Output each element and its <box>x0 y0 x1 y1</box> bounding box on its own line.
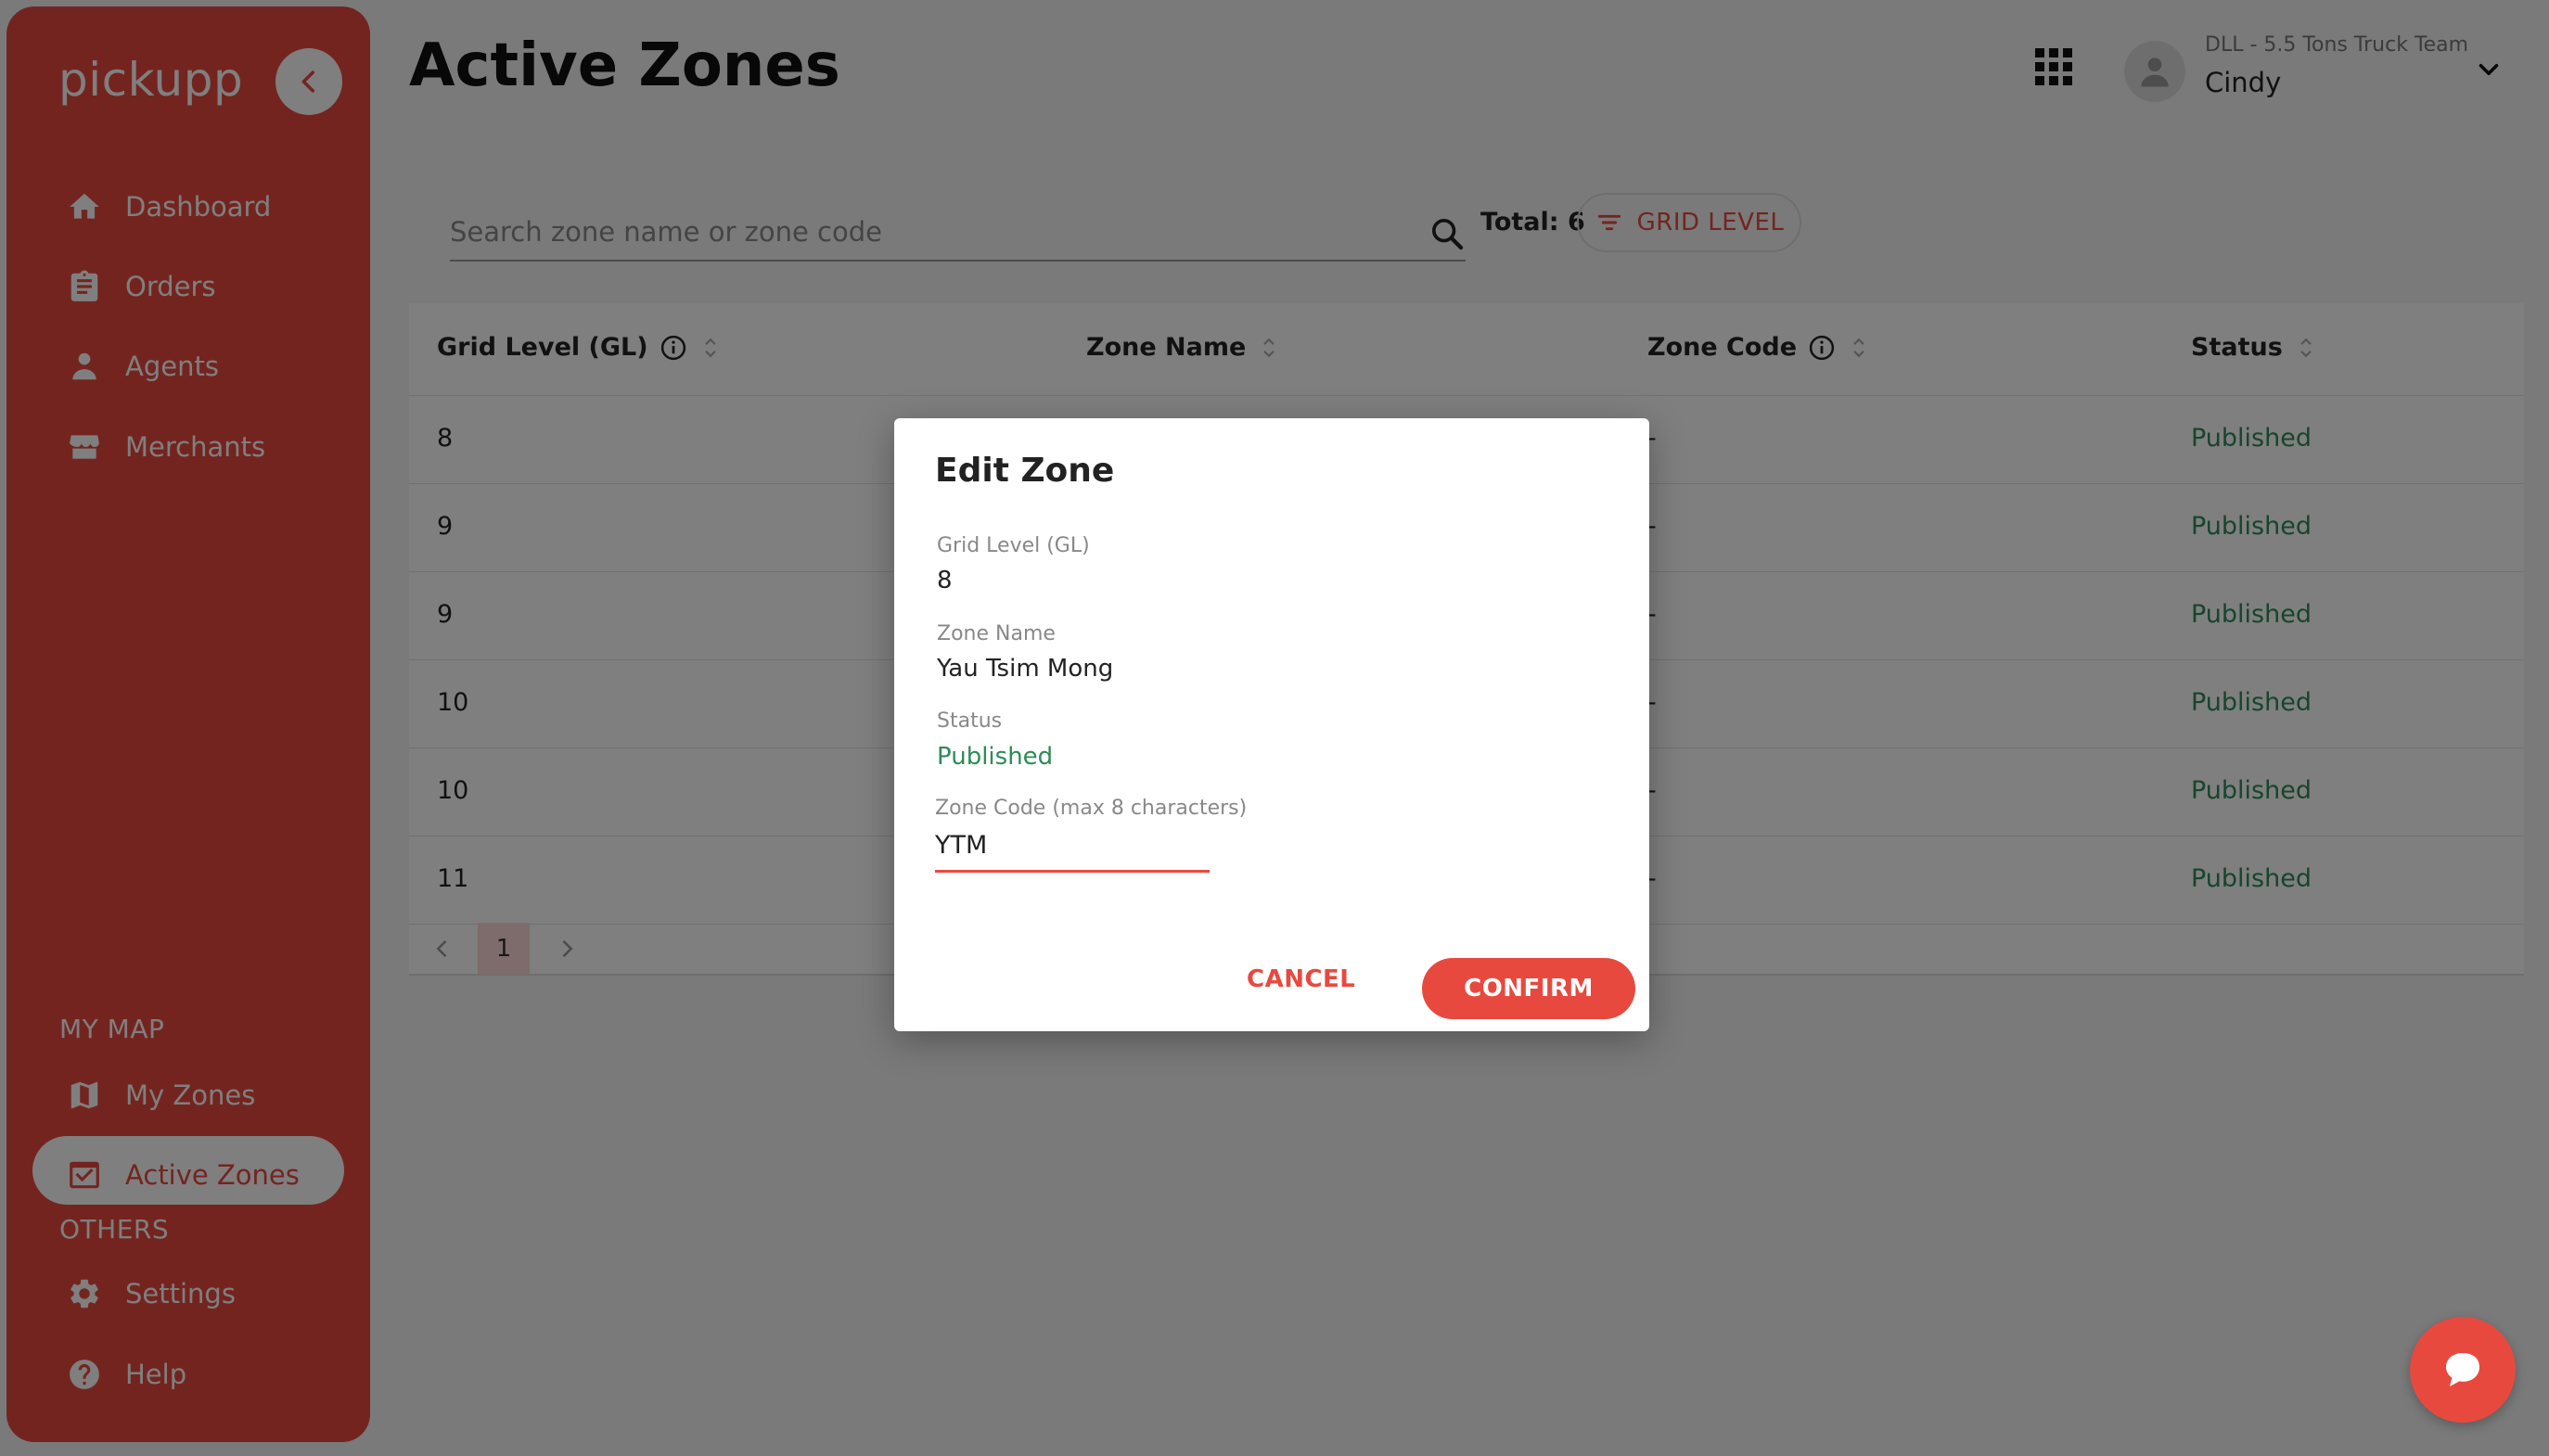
grid-level-value: 8 <box>937 567 953 594</box>
chat-button[interactable] <box>2410 1317 2516 1423</box>
status-value: Published <box>937 743 1054 771</box>
confirm-button[interactable]: CONFIRM <box>1422 958 1635 1019</box>
cancel-button[interactable]: CANCEL <box>1247 965 1355 993</box>
edit-zone-dialog: Edit Zone Grid Level (GL) 8 Zone Name Ya… <box>894 418 1649 1031</box>
dialog-title: Edit Zone <box>935 452 1115 490</box>
zone-name-value: Yau Tsim Mong <box>937 655 1114 683</box>
grid-level-label: Grid Level (GL) <box>937 534 1090 557</box>
zone-code-field <box>935 821 1210 873</box>
chat-bubble-icon <box>2446 1353 2479 1386</box>
status-label: Status <box>937 709 1003 733</box>
zone-name-label: Zone Name <box>937 622 1056 645</box>
zone-code-label: Zone Code (max 8 characters) <box>935 797 1248 820</box>
zone-code-input[interactable] <box>935 821 1210 869</box>
